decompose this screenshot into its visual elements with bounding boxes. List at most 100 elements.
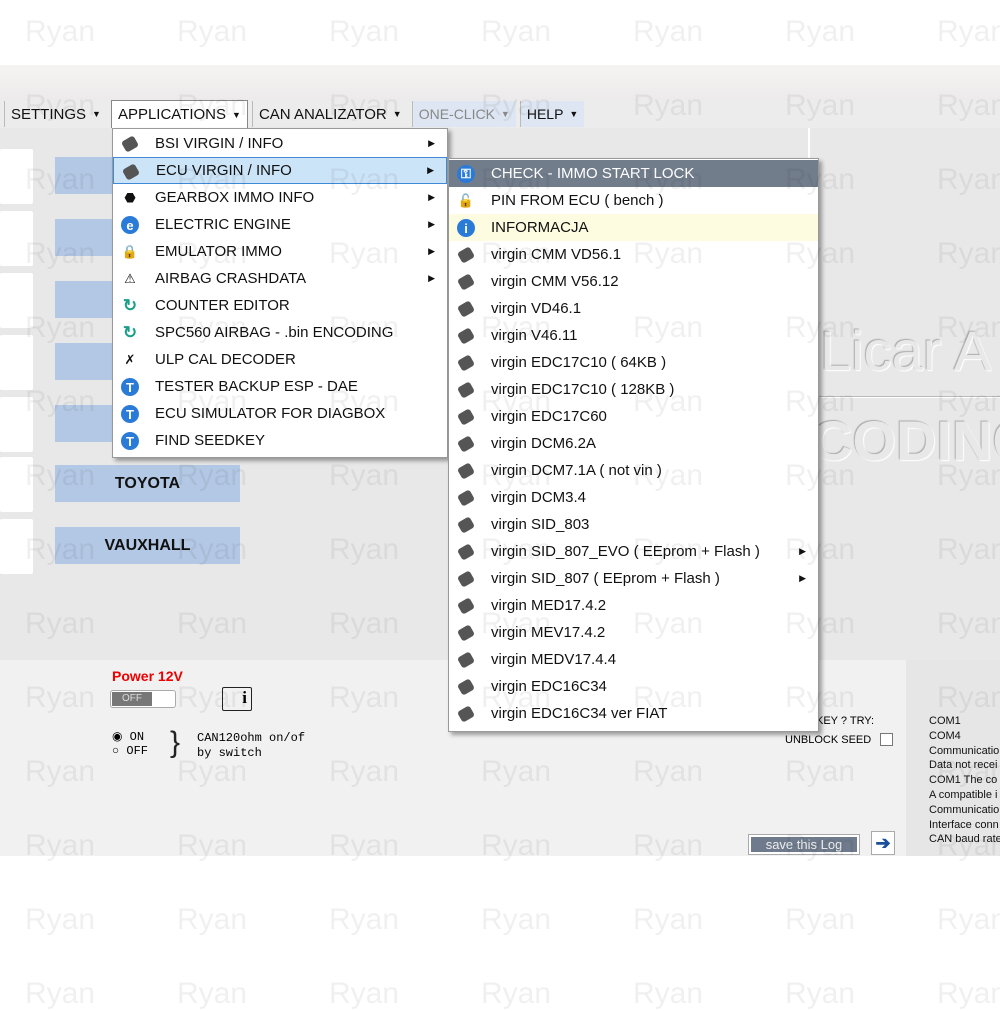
submenu-arrow-icon: ▶ — [428, 192, 435, 202]
menu-item[interactable]: T ECU SIMULATOR FOR DIAGBOX — [113, 400, 447, 427]
menu-help[interactable]: HELP ▼ — [519, 101, 585, 127]
menu-item[interactable]: virgin EDC17C10 ( 64KB ) — [449, 349, 818, 376]
log-line: COM1 The co — [929, 774, 998, 787]
log-line: Communicatio — [929, 744, 1000, 757]
menu-item[interactable]: virgin SID_807_EVO ( EEprom + Flash ) ▶ — [449, 538, 818, 565]
menu-item[interactable]: virgin VD46.1 — [449, 295, 818, 322]
tester-icon: T — [121, 432, 139, 450]
chip-icon — [456, 489, 476, 507]
menu-item[interactable]: virgin V46.11 — [449, 322, 818, 349]
menu-item[interactable]: virgin MEV17.4.2 — [449, 619, 818, 646]
manual-info-icon[interactable]: i — [222, 687, 252, 711]
menu-item[interactable]: BSI VIRGIN / INFO ▶ — [113, 130, 447, 157]
menu-item[interactable]: T TESTER BACKUP ESP - DAE — [113, 373, 447, 400]
brand-logo — [0, 149, 33, 204]
app-title: Licar A — [820, 319, 992, 382]
log-line: Interface conn — [929, 818, 999, 831]
chip-icon — [456, 354, 476, 372]
menu-item[interactable]: 🔒 EMULATOR IMMO ▶ — [113, 238, 447, 265]
menu-item[interactable]: virgin EDC17C10 ( 128KB ) — [449, 376, 818, 403]
menu-item[interactable]: virgin MEDV17.4.4 — [449, 646, 818, 673]
watermark: Ryan — [329, 977, 400, 1010]
gearbox-icon: ⬣ — [124, 190, 136, 205]
electric-engine-icon: e — [121, 216, 139, 234]
chip-icon — [456, 327, 476, 345]
menu-item[interactable]: 🔓 PIN FROM ECU ( bench ) — [449, 187, 818, 214]
watermark: Ryan — [177, 977, 248, 1010]
menu-item[interactable]: virgin DCM7.1A ( not vin ) — [449, 457, 818, 484]
arrow-right-icon[interactable]: ➔ — [871, 831, 895, 855]
brace: } — [170, 726, 181, 759]
save-log-button[interactable]: save this Log — [748, 834, 860, 855]
chip-icon — [456, 624, 476, 642]
watermark: Ryan — [481, 977, 552, 1010]
menu-label: CAN ANALIZATOR — [258, 105, 387, 123]
menu-one-click[interactable]: ONE-CLICK ▼ — [411, 101, 516, 127]
menu-item[interactable]: ECU VIRGIN / INFO ▶ — [113, 157, 447, 184]
menu-item[interactable]: virgin DCM3.4 — [449, 484, 818, 511]
menu-item[interactable]: virgin EDC16C34 — [449, 673, 818, 700]
save-log-label: save this Log — [751, 837, 857, 852]
watermark: Ryan — [937, 977, 1000, 1010]
menu-item[interactable]: T FIND SEEDKEY — [113, 427, 447, 454]
menu-item-label: virgin DCM3.4 — [491, 489, 587, 506]
menu-item[interactable]: e ELECTRIC ENGINE ▶ — [113, 211, 447, 238]
menu-item[interactable]: virgin SID_803 — [449, 511, 818, 538]
title-band — [0, 65, 1000, 101]
menu-item-label: CHECK - IMMO START LOCK — [491, 165, 695, 182]
unblock-seed-label: UNBLOCK SEED — [785, 734, 872, 746]
seed-try-label: KEY ? TRY: — [816, 715, 875, 727]
menu-item[interactable]: ⬣ GEARBOX IMMO INFO ▶ — [113, 184, 447, 211]
radio-on[interactable]: ◉ ON — [112, 729, 148, 744]
menu-item[interactable]: ⚿ CHECK - IMMO START LOCK — [449, 160, 818, 187]
brand-button[interactable]: VAUXHALL — [55, 527, 240, 564]
watermark: Ryan — [633, 903, 704, 936]
chip-icon — [456, 597, 476, 615]
menu-item[interactable]: virgin EDC17C60 — [449, 403, 818, 430]
brand-logo — [0, 519, 33, 574]
toggle-state: OFF — [112, 692, 152, 706]
submenu-arrow-icon: ▶ — [427, 165, 434, 175]
menu-item-label: ECU VIRGIN / INFO — [156, 162, 292, 179]
menu-item-label: virgin SID_807 ( EEprom + Flash ) — [491, 570, 720, 587]
menu-item[interactable]: ⚠ AIRBAG CRASHDATA ▶ — [113, 265, 447, 292]
menu-item[interactable]: i INFORMACJA — [449, 214, 818, 241]
menu-item-label: virgin EDC17C60 — [491, 408, 607, 425]
menu-item[interactable]: ✗ ULP CAL DECODER — [113, 346, 447, 373]
menu-item[interactable]: ↻ COUNTER EDITOR — [113, 292, 447, 319]
info-icon: i — [457, 219, 475, 237]
brand-logo — [0, 397, 33, 452]
menu-item-label: virgin DCM6.2A — [491, 435, 597, 452]
submenu-arrow-icon: ▶ — [428, 138, 435, 148]
menu-item-label: BSI VIRGIN / INFO — [155, 135, 284, 152]
menu-item[interactable]: virgin EDC16C34 ver FIAT — [449, 700, 818, 727]
chip-icon — [456, 300, 476, 318]
chevron-down-icon: ▼ — [569, 109, 579, 119]
watermark: Ryan — [937, 15, 1000, 48]
menu-item[interactable]: virgin CMM V56.12 — [449, 268, 818, 295]
submenu-arrow-icon: ▶ — [428, 246, 435, 256]
menu-item[interactable]: virgin DCM6.2A — [449, 430, 818, 457]
menu-bar: SETTINGS ▼ APPLICATIONS ▼ CAN ANALIZATOR ▼ … — [0, 100, 1000, 128]
unblock-seed-checkbox[interactable] — [880, 733, 893, 746]
menu-item[interactable]: ↻ SPC560 AIRBAG - .bin ENCODING — [113, 319, 447, 346]
menu-item-label: virgin SID_803 — [491, 516, 590, 533]
menu-item[interactable]: virgin CMM VD56.1 — [449, 241, 818, 268]
brand-button[interactable]: TOYOTA — [55, 465, 240, 502]
chip-icon — [456, 543, 476, 561]
menu-applications[interactable]: APPLICATIONS ▼ — [110, 100, 248, 128]
watermark: Ryan — [785, 903, 856, 936]
menu-settings[interactable]: SETTINGS ▼ — [4, 101, 107, 127]
power-label: Power 12V — [112, 668, 183, 684]
menu-item-label: virgin EDC17C10 ( 64KB ) — [491, 354, 667, 371]
menu-item-label: virgin MEDV17.4.4 — [491, 651, 617, 668]
menu-item[interactable]: virgin SID_807 ( EEprom + Flash ) ▶ — [449, 565, 818, 592]
power-toggle[interactable]: OFF — [110, 690, 176, 708]
radio-off[interactable]: ○ OFF — [112, 744, 148, 758]
watermark: Ryan — [25, 977, 96, 1010]
menu-item-label: ELECTRIC ENGINE — [155, 216, 291, 233]
menu-can-analizator[interactable]: CAN ANALIZATOR ▼ — [251, 101, 408, 127]
log-line: CAN baud rate — [929, 833, 1000, 846]
chip-icon — [456, 678, 476, 696]
menu-item[interactable]: virgin MED17.4.2 — [449, 592, 818, 619]
